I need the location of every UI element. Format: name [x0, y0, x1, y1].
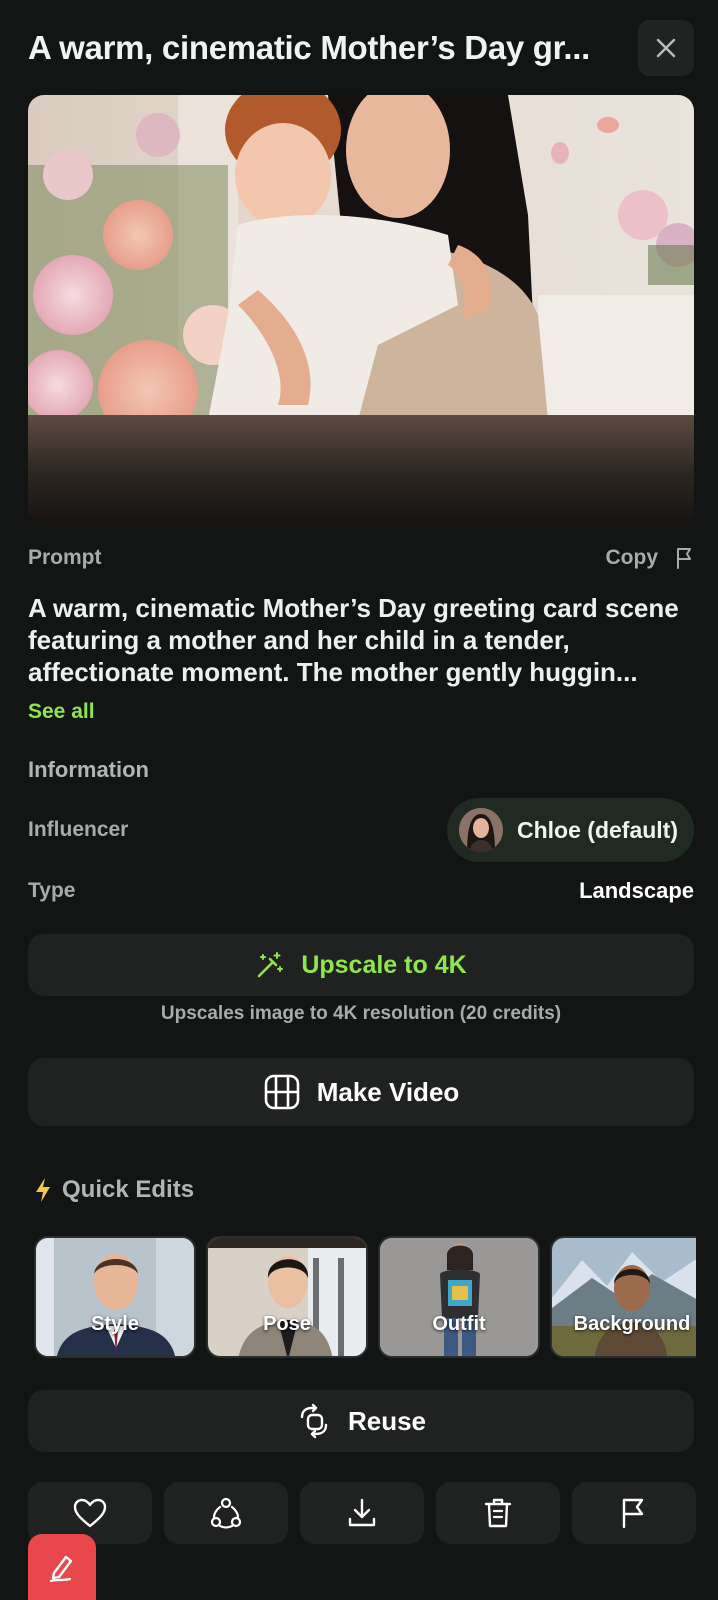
- upscale-button[interactable]: Upscale to 4K: [28, 934, 694, 996]
- prompt-header: Prompt Copy: [28, 544, 694, 572]
- prompt-text: A warm, cinematic Mother’s Day greeting …: [28, 593, 679, 687]
- quick-edits-label: Quick Edits: [62, 1176, 195, 1203]
- share-nodes-icon: [210, 1497, 242, 1529]
- influencer-selector[interactable]: Chloe (default): [447, 798, 694, 862]
- influencer-name: Chloe (default): [517, 816, 678, 843]
- reuse-button[interactable]: Reuse: [28, 1390, 694, 1452]
- close-button[interactable]: [638, 20, 694, 76]
- edit-fab-button[interactable]: [28, 1534, 96, 1600]
- quick-edits-strip: Style Pose Outfit Background: [34, 1236, 696, 1358]
- see-all-link[interactable]: See all: [28, 700, 95, 724]
- report-button[interactable]: [572, 1482, 696, 1544]
- type-label: Type: [28, 879, 76, 902]
- reuse-label: Reuse: [347, 1405, 427, 1436]
- influencer-row: Influencer Chloe (default): [28, 798, 694, 862]
- quick-edits-title: Quick Edits: [34, 1176, 194, 1204]
- copy-button[interactable]: Copy: [606, 546, 659, 570]
- quick-edit-outfit[interactable]: Outfit: [378, 1236, 540, 1358]
- close-icon: [656, 38, 676, 58]
- information-title: Information: [28, 757, 149, 782]
- generated-image[interactable]: [28, 95, 694, 525]
- flag-icon[interactable]: [676, 547, 694, 569]
- make-video-button[interactable]: Make Video: [28, 1058, 694, 1126]
- download-button[interactable]: [300, 1482, 424, 1544]
- upscale-note: Upscales image to 4K resolution (20 cred…: [160, 1003, 562, 1024]
- lightning-icon: [36, 1178, 50, 1202]
- avatar: [459, 808, 503, 852]
- flag-icon: [622, 1498, 644, 1529]
- share-button[interactable]: [164, 1482, 288, 1544]
- upscale-label: Upscale to 4K: [301, 950, 467, 979]
- quick-edit-pose[interactable]: Pose: [206, 1236, 368, 1358]
- download-icon: [348, 1498, 376, 1527]
- quick-edit-label: Pose: [263, 1313, 311, 1335]
- trash-icon: [484, 1498, 512, 1528]
- magic-wand-icon: [258, 952, 284, 978]
- heart-icon: [73, 1498, 107, 1528]
- prompt-label: Prompt: [28, 546, 102, 569]
- influencer-label: Influencer: [28, 818, 129, 841]
- quick-edit-label: Outfit: [432, 1313, 486, 1335]
- film-icon: [264, 1074, 300, 1110]
- quick-edit-label: Background: [573, 1313, 691, 1335]
- quick-edit-background[interactable]: Background: [550, 1236, 696, 1358]
- delete-button[interactable]: [436, 1482, 560, 1544]
- make-video-label: Make Video: [316, 1076, 460, 1107]
- edit-pen-icon: [49, 1555, 73, 1583]
- quick-edit-style[interactable]: Style: [34, 1236, 196, 1358]
- quick-edit-label: Style: [91, 1313, 139, 1335]
- type-value: Landscape: [579, 878, 694, 903]
- reuse-icon: [300, 1403, 328, 1439]
- type-row: Type Landscape: [28, 876, 694, 906]
- header: A warm, cinematic Mother’s Day gr...: [28, 20, 694, 76]
- page-title: A warm, cinematic Mother’s Day gr...: [28, 29, 590, 66]
- prompt-actions: Copy: [606, 546, 695, 570]
